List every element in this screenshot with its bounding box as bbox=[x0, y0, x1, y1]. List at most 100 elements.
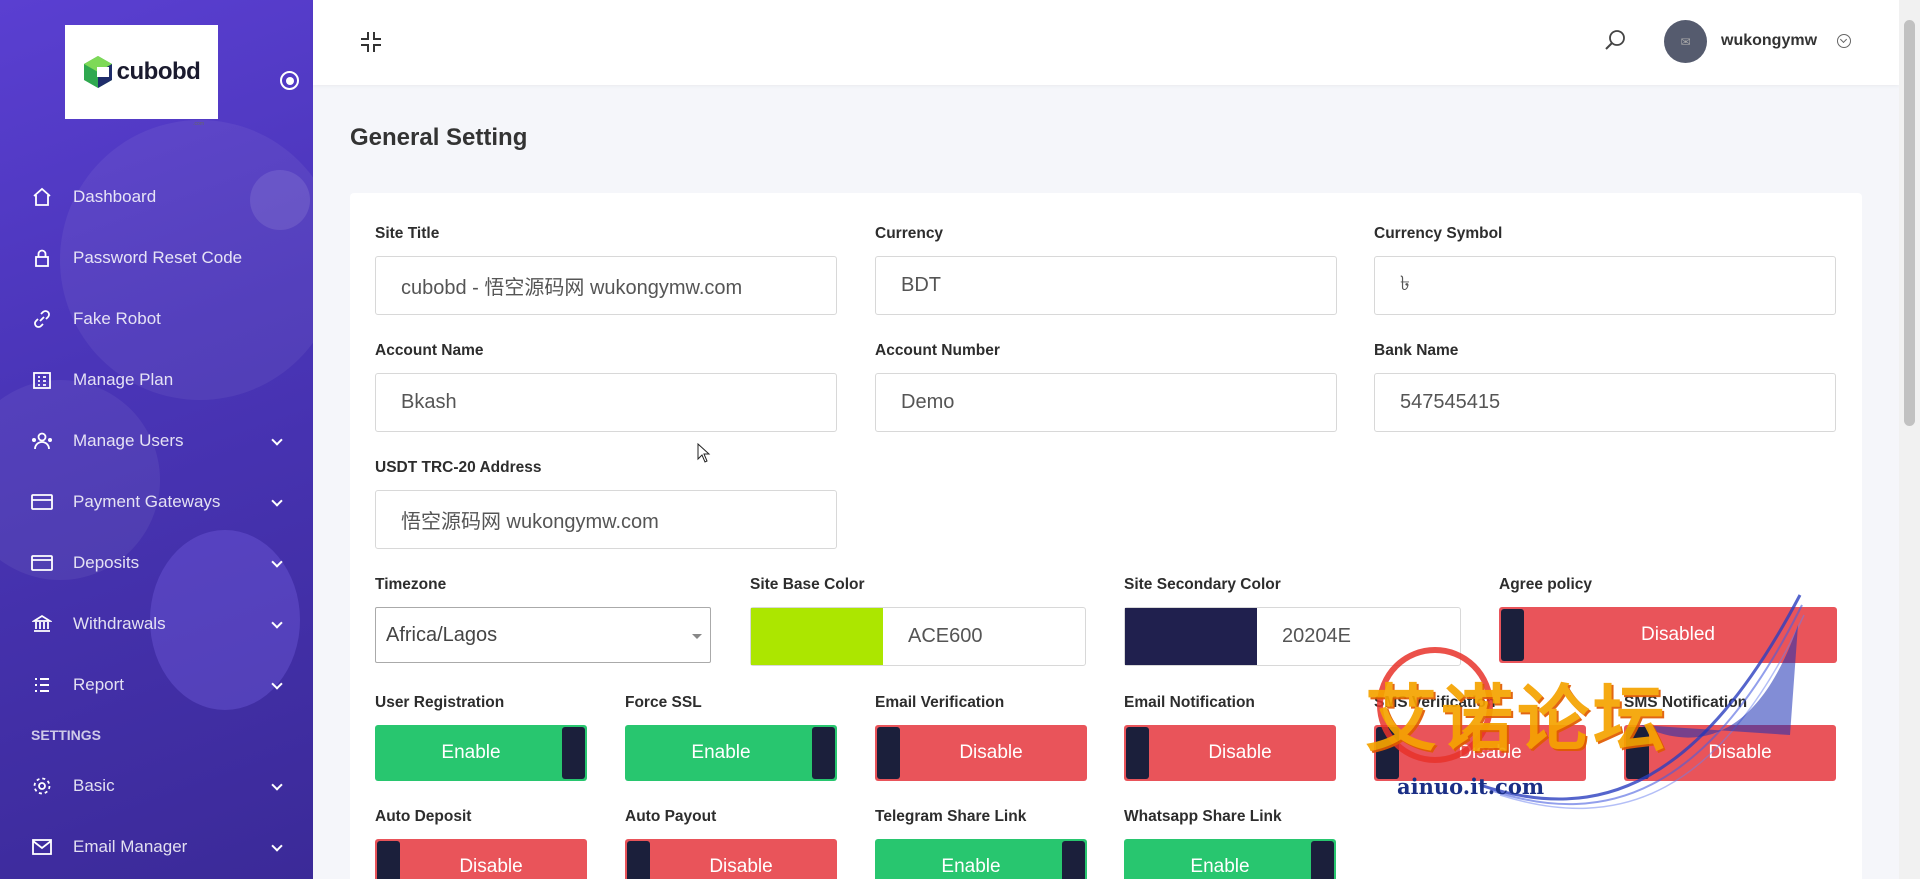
whatsapp-share-label: Whatsapp Share Link bbox=[1124, 808, 1282, 825]
building-icon bbox=[31, 369, 53, 391]
sidebar-item-label: Basic bbox=[73, 775, 115, 795]
gear-icon bbox=[31, 775, 53, 797]
auto-payout-toggle[interactable]: Disable bbox=[625, 839, 837, 879]
caret-down-icon bbox=[692, 634, 702, 639]
email-verification-label: Email Verification bbox=[875, 694, 1005, 711]
account-number-label: Account Number bbox=[875, 342, 1000, 359]
color-swatch[interactable] bbox=[751, 608, 883, 665]
home-icon bbox=[31, 186, 53, 208]
auto-payout-label: Auto Payout bbox=[625, 808, 717, 825]
sidebar-item-deposits[interactable]: Deposits bbox=[0, 532, 313, 593]
currency-input[interactable] bbox=[875, 256, 1337, 315]
force-ssl-toggle[interactable]: Enable bbox=[625, 725, 837, 781]
auto-deposit-toggle[interactable]: Disable bbox=[375, 839, 587, 879]
top-header: ✉ wukongymw bbox=[313, 0, 1899, 85]
mouse-cursor-icon bbox=[697, 443, 711, 463]
sidebar-item-dashboard[interactable]: Dashboard bbox=[0, 166, 313, 227]
lock-icon bbox=[31, 247, 53, 269]
agree-policy-toggle[interactable]: Disabled bbox=[1499, 607, 1837, 663]
sidebar-item-manage-plan[interactable]: Manage Plan bbox=[0, 349, 313, 410]
sidebar-item-payment-gateways[interactable]: Payment Gateways bbox=[0, 471, 313, 532]
email-notification-toggle[interactable]: Disable bbox=[1124, 725, 1336, 781]
whatsapp-share-toggle[interactable]: Enable bbox=[1124, 839, 1336, 879]
sidebar-item-label: Dashboard bbox=[73, 186, 157, 206]
force-ssl-label: Force SSL bbox=[625, 694, 702, 711]
account-number-input[interactable] bbox=[875, 373, 1337, 432]
username[interactable]: wukongymw bbox=[1721, 32, 1817, 50]
toggle-knob bbox=[377, 841, 400, 879]
bank-name-input[interactable] bbox=[1374, 373, 1836, 432]
chevron-down-icon bbox=[271, 779, 283, 791]
toggle-knob bbox=[627, 841, 650, 879]
sidebar-item-password-reset-code[interactable]: Password Reset Code bbox=[0, 227, 313, 288]
currency-symbol-label: Currency Symbol bbox=[1374, 225, 1503, 242]
sidebar-item-email-manager[interactable]: Email Manager bbox=[0, 816, 313, 877]
chevron-down-icon bbox=[271, 434, 283, 446]
credit-card-icon bbox=[31, 491, 53, 513]
sidebar-item-label: Manage Plan bbox=[73, 369, 174, 389]
email-verification-toggle[interactable]: Disable bbox=[875, 725, 1087, 781]
sidebar-item-manage-users[interactable]: Manage Users bbox=[0, 410, 313, 471]
sidebar-item-label: Manage Users bbox=[73, 430, 184, 450]
site-base-color-picker[interactable]: ACE600 bbox=[750, 607, 1086, 666]
currency-label: Currency bbox=[875, 225, 944, 242]
chevron-down-icon[interactable] bbox=[1837, 34, 1851, 48]
usdt-address-input[interactable] bbox=[375, 490, 837, 549]
sidebar-item-label: Fake Robot bbox=[73, 308, 161, 328]
chevron-down-icon bbox=[271, 678, 283, 690]
email-notification-label: Email Notification bbox=[1124, 694, 1255, 711]
agree-policy-label: Agree policy bbox=[1499, 576, 1593, 593]
chevron-down-icon bbox=[271, 556, 283, 568]
watermark-text: 艾诺论坛 bbox=[1365, 677, 1670, 761]
toggle-knob bbox=[877, 727, 900, 779]
site-base-color-value[interactable]: ACE600 bbox=[883, 608, 983, 665]
toggle-state: Enable bbox=[941, 856, 1001, 877]
toggle-state: Disable bbox=[1708, 742, 1772, 763]
toggle-state: Enable bbox=[441, 742, 501, 763]
timezone-select[interactable]: Africa/Lagos bbox=[375, 607, 711, 663]
fullscreen-exit-icon[interactable] bbox=[359, 30, 383, 54]
usdt-address-label: USDT TRC-20 Address bbox=[375, 459, 542, 476]
search-icon[interactable] bbox=[1603, 28, 1627, 52]
telegram-share-toggle[interactable]: Enable bbox=[875, 839, 1087, 879]
toggle-state: Disabled bbox=[1641, 624, 1715, 645]
color-swatch[interactable] bbox=[1125, 608, 1257, 665]
sidebar-item-withdrawals[interactable]: Withdrawals bbox=[0, 593, 313, 654]
toggle-state: Disable bbox=[459, 856, 523, 877]
avatar[interactable]: ✉ bbox=[1664, 20, 1707, 63]
sidebar-section-title: SETTINGS bbox=[31, 727, 102, 743]
sidebar-collapse-toggle[interactable] bbox=[280, 71, 299, 90]
sidebar-item-label: Password Reset Code bbox=[73, 247, 243, 267]
auto-deposit-label: Auto Deposit bbox=[375, 808, 472, 825]
sidebar-item-report[interactable]: Report bbox=[0, 654, 313, 715]
toggle-knob bbox=[812, 727, 835, 779]
toggle-knob bbox=[1311, 841, 1334, 879]
scrollbar-thumb[interactable] bbox=[1904, 20, 1915, 426]
user-registration-label: User Registration bbox=[375, 694, 505, 711]
brand-name: cubobd bbox=[116, 58, 201, 85]
bank-icon bbox=[31, 613, 53, 635]
currency-symbol-input[interactable] bbox=[1374, 256, 1836, 315]
chevron-down-icon bbox=[271, 617, 283, 629]
timezone-label: Timezone bbox=[375, 576, 447, 593]
sidebar-item-label: Report bbox=[73, 674, 125, 694]
brand-logo[interactable]: cubobd .com bbox=[65, 25, 218, 127]
user-registration-toggle[interactable]: Enable bbox=[375, 725, 587, 781]
account-name-input[interactable] bbox=[375, 373, 837, 432]
sidebar-item-label: Withdrawals bbox=[73, 613, 166, 633]
sidebar-item-label: Deposits bbox=[73, 552, 140, 572]
site-secondary-color-picker[interactable]: 20204E bbox=[1124, 607, 1461, 666]
page-scrollbar[interactable] bbox=[1899, 0, 1920, 879]
toggle-state: Disable bbox=[1208, 742, 1272, 763]
sidebar-item-fake-robot[interactable]: Fake Robot bbox=[0, 288, 313, 349]
users-cog-icon bbox=[31, 430, 53, 452]
site-secondary-color-value[interactable]: 20204E bbox=[1257, 608, 1351, 665]
site-title-input[interactable] bbox=[375, 256, 837, 315]
list-icon bbox=[31, 674, 53, 696]
toggle-knob bbox=[562, 727, 585, 779]
site-title-label: Site Title bbox=[375, 225, 440, 242]
sidebar-item-basic[interactable]: Basic bbox=[0, 755, 313, 816]
mail-icon bbox=[31, 836, 53, 858]
account-name-label: Account Name bbox=[375, 342, 484, 359]
timezone-value: Africa/Lagos bbox=[386, 623, 498, 646]
